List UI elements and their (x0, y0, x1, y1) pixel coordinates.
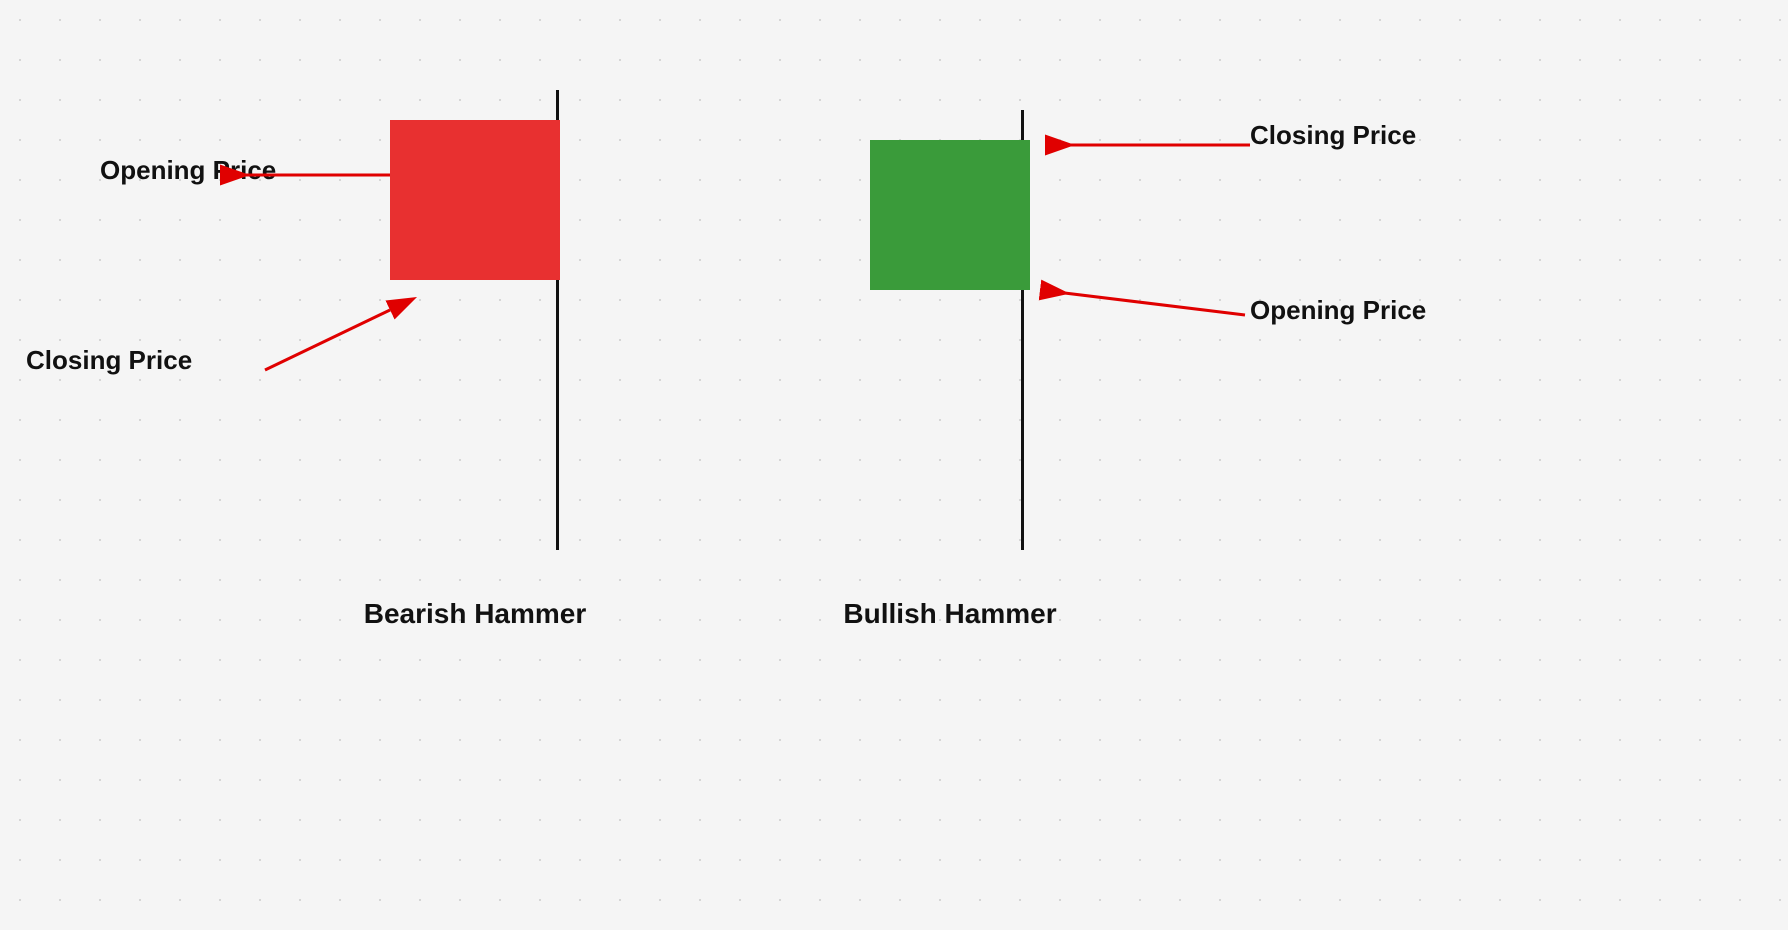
bullish-closing-price-label: Closing Price (1250, 120, 1416, 151)
bullish-opening-arrow (1040, 290, 1245, 315)
bearish-upper-wick (556, 90, 559, 120)
bullish-lower-wick (1021, 290, 1024, 550)
bearish-opening-price-label: Opening Price (100, 155, 276, 186)
diagram-container: Bearish Hammer Bullish Hammer Opening Pr… (0, 0, 1788, 930)
bullish-opening-price-label: Opening Price (1250, 295, 1426, 326)
bullish-label: Bullish Hammer (843, 598, 1056, 630)
bearish-closing-price-label: Closing Price (26, 345, 192, 376)
bearish-closing-arrow (265, 310, 390, 370)
bearish-label: Bearish Hammer (364, 598, 587, 630)
bearish-lower-wick (556, 280, 559, 550)
bullish-body (870, 140, 1030, 290)
bearish-body (390, 120, 560, 280)
bearish-candle: Bearish Hammer (390, 90, 560, 550)
bullish-upper-wick (1021, 110, 1024, 140)
bullish-candle: Bullish Hammer (870, 110, 1030, 550)
